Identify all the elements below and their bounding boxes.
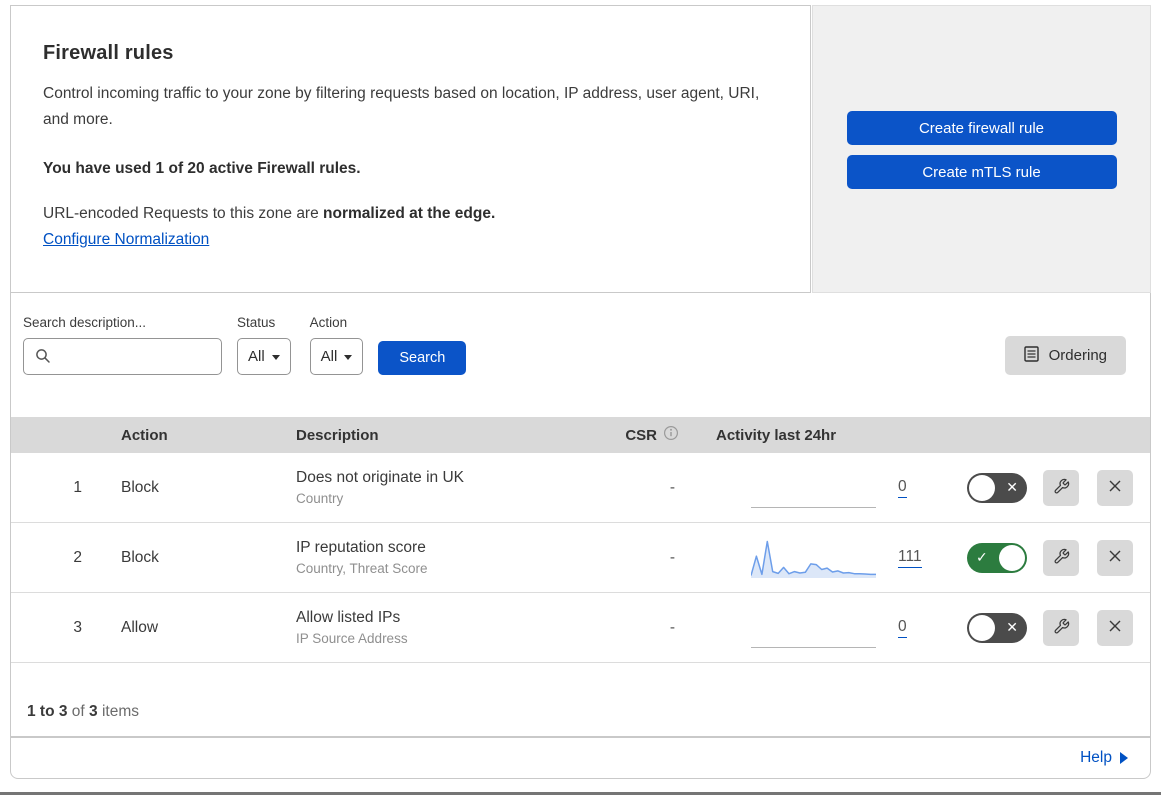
search-button[interactable]: Search xyxy=(378,341,467,375)
rule-enabled-toggle[interactable]: ✕ xyxy=(967,612,1027,643)
status-filter-group: Status All xyxy=(237,315,291,375)
search-description-input[interactable] xyxy=(23,338,222,375)
wrench-icon xyxy=(1053,548,1070,568)
rule-action: Allow xyxy=(121,618,159,636)
firewall-info-card: Firewall rules Control incoming traffic … xyxy=(10,5,811,293)
activity-cell: 111 xyxy=(701,538,946,578)
rule-fields: IP Source Address xyxy=(296,631,408,646)
delete-rule-button[interactable] xyxy=(1097,469,1133,506)
normalization-note: URL-encoded Requests to this zone are no… xyxy=(43,204,496,222)
toggle-knob xyxy=(969,474,995,501)
toggle-knob xyxy=(999,544,1025,571)
csr-value: - xyxy=(669,478,675,496)
rule-description: Allow listed IPs IP Source Address xyxy=(281,609,591,646)
firewall-rules-page: Firewall rules Control incoming traffic … xyxy=(0,5,1161,796)
table-row: 1 Block Does not originate in UK Country… xyxy=(11,453,1150,523)
status-label: Status xyxy=(237,315,276,330)
usage-summary: You have used 1 of 20 active Firewall ru… xyxy=(43,159,361,177)
table-row: 3 Allow Allow listed IPs IP Source Addre… xyxy=(11,593,1150,663)
pagination-summary: 1 to 3 of 3 items xyxy=(27,703,139,720)
action-label: Action xyxy=(309,315,348,330)
rule-enabled-toggle[interactable]: ✓ xyxy=(967,542,1027,573)
chevron-down-icon xyxy=(271,355,280,360)
help-link[interactable]: Help xyxy=(1080,749,1128,767)
arrow-right-icon xyxy=(1120,752,1128,764)
wrench-icon xyxy=(1053,618,1070,638)
action-dropdown-value: All xyxy=(320,348,338,365)
rule-priority: 3 xyxy=(73,618,82,636)
rule-action: Block xyxy=(121,548,159,566)
column-action: Action xyxy=(121,426,168,444)
toggle-check-icon: ✓ xyxy=(976,548,988,565)
toggle-x-icon: ✕ xyxy=(1006,618,1018,635)
cta-panel: Create firewall rule Create mTLS rule xyxy=(812,5,1151,293)
activity-count-link[interactable]: 0 xyxy=(898,478,907,498)
column-activity: Activity last 24hr xyxy=(716,426,837,444)
close-icon xyxy=(1106,547,1124,568)
column-description: Description xyxy=(296,426,379,444)
rule-controls: ✕ xyxy=(946,469,1150,506)
info-icon[interactable] xyxy=(663,425,679,445)
search-filter-group: Search description... xyxy=(23,315,222,375)
delete-rule-button[interactable] xyxy=(1097,609,1133,646)
search-box xyxy=(23,338,222,375)
edit-rule-button[interactable] xyxy=(1043,539,1079,576)
rule-fields: Country xyxy=(296,491,344,506)
filter-bar: Search description... Status All Action xyxy=(11,293,1150,417)
rule-fields: Country, Threat Score xyxy=(296,561,428,576)
toggle-knob xyxy=(969,614,995,641)
rule-controls: ✓ xyxy=(946,539,1150,576)
edit-rule-button[interactable] xyxy=(1043,609,1079,646)
rule-priority: 1 xyxy=(73,478,82,496)
activity-cell: 0 xyxy=(701,468,946,508)
activity-sparkline-flat xyxy=(751,468,876,508)
create-mtls-rule-button[interactable]: Create mTLS rule xyxy=(846,155,1117,189)
close-icon xyxy=(1106,617,1124,638)
configure-normalization-link[interactable]: Configure Normalization xyxy=(43,231,209,249)
activity-count-link[interactable]: 111 xyxy=(898,548,922,568)
rule-description: IP reputation score Country, Threat Scor… xyxy=(281,539,591,576)
rule-enabled-toggle[interactable]: ✕ xyxy=(967,472,1027,503)
table-header-row: Action Description CSR Activity last 24h… xyxy=(11,417,1150,453)
rule-priority: 2 xyxy=(73,548,82,566)
csr-value: - xyxy=(669,618,675,636)
status-dropdown-value: All xyxy=(248,348,265,365)
delete-rule-button[interactable] xyxy=(1097,539,1133,576)
wrench-icon xyxy=(1053,478,1070,498)
close-icon xyxy=(1106,477,1124,498)
ordering-button[interactable]: Ordering xyxy=(1004,336,1126,375)
rule-action: Block xyxy=(121,478,159,496)
search-icon xyxy=(35,348,51,369)
activity-sparkline-flat xyxy=(751,608,876,648)
toggle-x-icon: ✕ xyxy=(1006,478,1018,495)
activity-count-link[interactable]: 0 xyxy=(898,618,907,638)
activity-cell: 0 xyxy=(701,608,946,648)
table-row: 2 Block IP reputation score Country, Thr… xyxy=(11,523,1150,593)
csr-value: - xyxy=(669,548,675,566)
page-title: Firewall rules xyxy=(43,42,174,64)
create-firewall-rule-button[interactable]: Create firewall rule xyxy=(846,111,1117,145)
edit-rule-button[interactable] xyxy=(1043,469,1079,506)
search-label: Search description... xyxy=(23,315,147,330)
ordering-list-icon xyxy=(1023,345,1039,366)
status-dropdown[interactable]: All xyxy=(237,338,291,375)
chevron-down-icon xyxy=(344,355,353,360)
action-dropdown[interactable]: All xyxy=(309,338,364,375)
page-description: Control incoming traffic to your zone by… xyxy=(43,85,760,129)
rule-description: Does not originate in UK Country xyxy=(281,469,591,506)
rules-list-card: Search description... Status All Action xyxy=(10,293,1151,737)
ordering-button-label: Ordering xyxy=(1048,347,1107,364)
rule-controls: ✕ xyxy=(946,609,1150,646)
column-csr: CSR xyxy=(625,425,701,445)
help-bar: Help xyxy=(10,737,1151,779)
activity-sparkline xyxy=(751,538,876,578)
action-filter-group: Action All xyxy=(309,315,364,375)
window-bottom-edge xyxy=(0,792,1161,795)
top-section: Firewall rules Control incoming traffic … xyxy=(10,5,1151,293)
